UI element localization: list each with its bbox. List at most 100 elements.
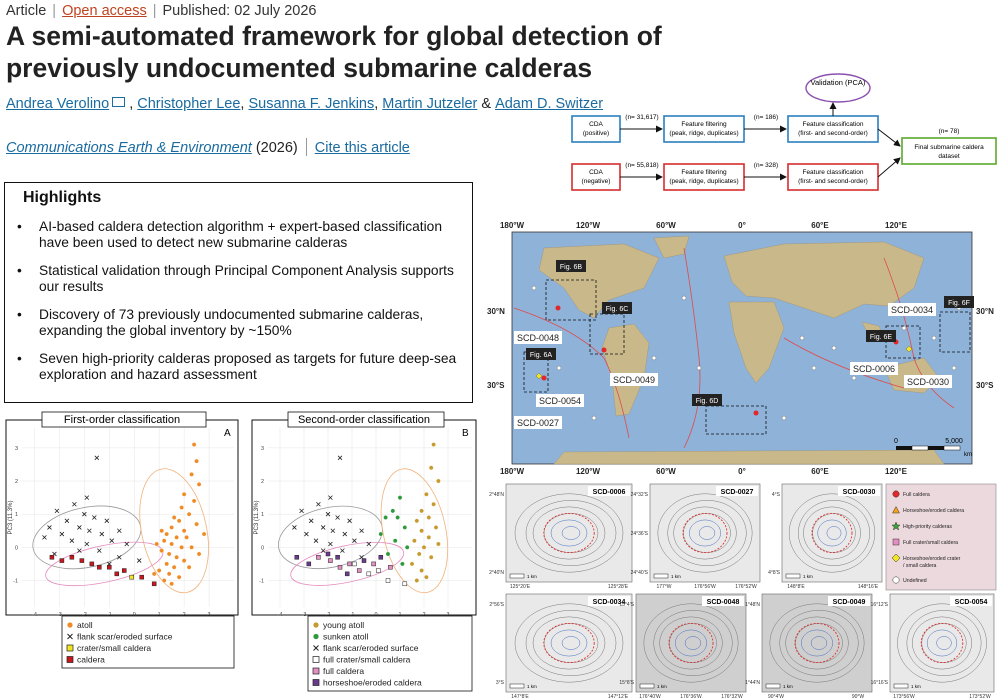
caldera-examples-panel: SCD-0006 2°48'N 2°40'N 125°20'E 125°28'E 1 km…: [489, 483, 997, 699]
author-list: Andrea Verolino, Christopher Lee, Susann…: [6, 96, 604, 112]
data-point: [320, 548, 326, 553]
data-point: [414, 518, 420, 524]
lat-tick-label: 16°16'S: [871, 680, 889, 686]
scale-bar: 1 km: [785, 573, 813, 579]
lat-tick-label: 15°8'S: [619, 680, 634, 686]
data-point: [109, 538, 115, 543]
data-point: [419, 568, 424, 573]
data-point: [136, 558, 142, 563]
legend-marker: [66, 644, 74, 652]
caldera-legend: Full caldera Horseshoe/eroded caldera High…: [885, 483, 997, 591]
map-tick: 60°E: [811, 221, 829, 230]
lat-tick-label: 24°36'S: [631, 531, 649, 537]
data-point: [366, 571, 372, 577]
lon-tick-label: 173°52'W: [969, 694, 991, 699]
data-point: [347, 518, 352, 524]
classification-positive-node: [787, 115, 879, 143]
svg-text:(n= 55,818): (n= 55,818): [625, 162, 658, 169]
data-point: [378, 531, 384, 537]
caldera-map-tile: SCD-0006: [505, 483, 633, 583]
scd-label: SCD-0054: [539, 396, 581, 406]
data-point: [428, 465, 434, 471]
first-order-scatter: First-order classificationA-4 -3 -2 -1 0 1 2 3-…: [5, 411, 239, 669]
data-point: [414, 578, 420, 583]
svg-text:(first- and second-order): (first- and second-order): [798, 130, 868, 137]
y-tick-label: -1: [259, 578, 264, 584]
envelope-icon[interactable]: [112, 97, 126, 107]
data-point: [356, 568, 362, 573]
data-point: [59, 531, 65, 537]
caldera-map-tile: SCD-0054: [889, 593, 995, 693]
filter-negative-node: [663, 163, 745, 191]
legend-marker: [892, 576, 900, 584]
caldera-map-tile: SCD-0048: [635, 593, 747, 693]
data-point: [352, 538, 357, 543]
data-point: [299, 508, 304, 514]
legend-marker: [67, 622, 73, 628]
y-tick-label: 3: [15, 446, 18, 452]
data-point: [54, 508, 60, 514]
lat-tick-label: 2°40'N: [489, 570, 504, 576]
map-tick: 180°W: [500, 467, 525, 476]
data-point: [164, 561, 169, 567]
caldera-id-label: SCD-0006: [593, 489, 626, 496]
data-point: [352, 561, 357, 567]
data-point: [416, 551, 422, 557]
author-link[interactable]: Andrea Verolino: [6, 96, 109, 112]
y-axis-label: PC3 (11.3%): [254, 501, 260, 535]
lon-tick-label: 173°56'W: [893, 694, 915, 699]
legend-label: Horseshoe/eroded crater: [903, 556, 961, 562]
plot-frame: [5, 419, 239, 616]
panel-label: A: [224, 428, 231, 439]
data-point: [156, 568, 162, 573]
legend-label: horseshoe/eroded caldera: [323, 678, 422, 688]
lat-tick-label: 4°8'S: [768, 570, 781, 576]
svg-text:(first- and second-order): (first- and second-order): [798, 178, 868, 185]
validation-label: Validation (PCA): [811, 78, 866, 87]
svg-text:km: km: [964, 452, 972, 458]
data-point: [424, 492, 429, 497]
legend-label: High-priority calderas: [903, 524, 952, 530]
journal-link[interactable]: Communications Earth & Environment: [6, 140, 252, 156]
author-link[interactable]: Christopher Lee: [137, 96, 240, 112]
y-tick-label: -1: [13, 578, 18, 584]
svg-text:(peak, ridge, duplicates): (peak, ridge, duplicates): [669, 130, 738, 137]
data-point: [388, 564, 393, 570]
svg-text:0: 0: [894, 438, 898, 445]
final-dataset-node: [901, 137, 997, 165]
fig-label: Fig. 6E: [870, 334, 893, 341]
x-tick-label: -4: [32, 612, 37, 618]
legend-marker: [312, 656, 320, 663]
cda-negative-node: [571, 163, 621, 191]
data-point: [316, 501, 321, 507]
data-point: [47, 525, 52, 530]
filter-positive-node: [663, 115, 745, 143]
legend-label: Full caldera: [903, 492, 930, 498]
data-point: [154, 541, 159, 547]
lon-tick-label: 176°32'W: [721, 694, 743, 699]
scale-bar: 1 km: [639, 683, 667, 689]
data-point: [419, 508, 424, 514]
cite-article-link[interactable]: Cite this article: [315, 140, 410, 156]
data-point: [328, 495, 333, 500]
legend-label: flank scar/eroded surface: [77, 632, 173, 642]
legend-marker: [312, 679, 320, 686]
data-point: [176, 574, 182, 580]
scale-label: 1 km: [527, 684, 537, 689]
legend-label: crater/small caldera: [77, 643, 151, 653]
data-point: [64, 518, 70, 524]
panel-label: B: [462, 428, 469, 439]
data-point: [159, 528, 164, 534]
author-link[interactable]: Martin Jutzeler: [382, 96, 477, 112]
data-point: [114, 571, 120, 577]
data-point: [84, 495, 90, 500]
lon-tick-label: 177°W: [656, 584, 671, 590]
lon-tick-label: 176°40'W: [639, 694, 661, 699]
lon-tick-label: 176°52'W: [735, 584, 757, 590]
data-point: [181, 492, 187, 497]
author-link[interactable]: Susanna F. Jenkins: [248, 96, 374, 112]
open-access-link[interactable]: Open access: [62, 3, 147, 19]
map-tick: 60°W: [656, 221, 676, 230]
data-point: [179, 505, 184, 510]
legend-label: young atoll: [323, 620, 364, 630]
